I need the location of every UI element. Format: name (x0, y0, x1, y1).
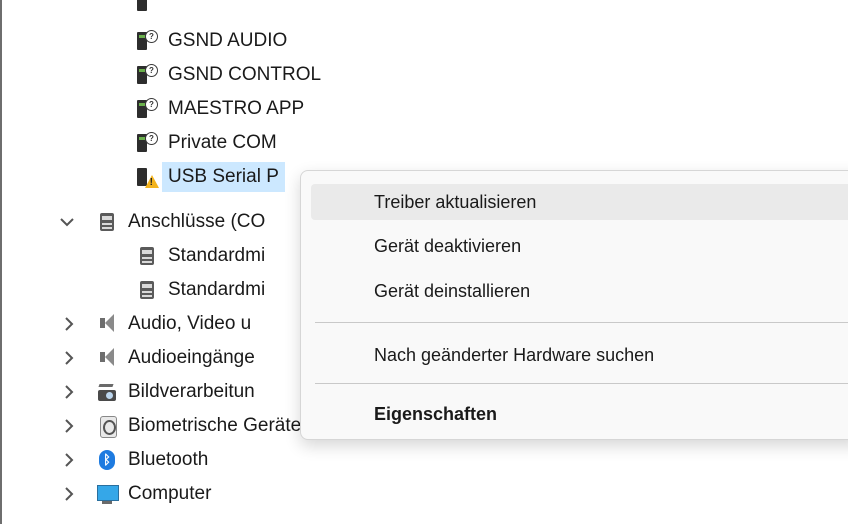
monitor-icon (96, 483, 119, 505)
unknown-device-icon: ? (136, 98, 158, 120)
tree-item-label: GSND AUDIO (168, 30, 288, 51)
camera-icon (96, 381, 118, 403)
menu-item-properties[interactable]: Eigenschaften (311, 396, 848, 432)
menu-item-label: Nach geänderter Hardware suchen (374, 344, 655, 365)
chevron-right-icon[interactable] (62, 419, 76, 433)
tree-item-gsnd-control[interactable]: ? GSND CONTROL (136, 60, 321, 90)
tree-category-label: Anschlüsse (CO (128, 211, 266, 232)
tree-category-label: Bildverarbeitun (128, 381, 255, 402)
fingerprint-icon (96, 415, 118, 438)
port-icon (136, 279, 158, 301)
chevron-down-icon[interactable] (60, 215, 74, 229)
tree-category-label: Audioeingänge (128, 347, 255, 368)
menu-separator (315, 322, 848, 323)
tree-item-maestro-app[interactable]: ? MAESTRO APP (136, 94, 304, 124)
menu-item-label: Treiber aktualisieren (374, 191, 537, 212)
tree-item-label: GSND CONTROL (168, 64, 322, 85)
tree-category-audio-inputs[interactable]: Audioeingänge (96, 343, 255, 373)
menu-item-uninstall-device[interactable]: Gerät deinstallieren (311, 273, 848, 309)
menu-item-update-driver[interactable]: Treiber aktualisieren (311, 184, 848, 220)
tree-item-label: Private COM (168, 132, 277, 153)
chevron-right-icon[interactable] (62, 385, 76, 399)
tree-category-computer[interactable]: Computer (96, 479, 211, 509)
context-menu: Treiber aktualisieren Gerät deaktivieren… (300, 170, 848, 440)
tree-item-partial (136, 0, 168, 14)
tree-category-label: Computer (128, 483, 212, 504)
tree-item-label: Standardmi (168, 245, 266, 266)
tree-category-label: Biometrische Geräte (128, 415, 302, 436)
tree-item-private-com[interactable]: ? Private COM (136, 128, 277, 158)
speaker-icon (96, 347, 118, 369)
unknown-device-icon (136, 0, 158, 13)
tree-item-label: USB Serial P (162, 162, 285, 192)
menu-item-label: Gerät deinstallieren (374, 280, 531, 301)
speaker-icon (96, 313, 118, 335)
menu-item-scan-hardware[interactable]: Nach geänderter Hardware suchen (311, 337, 848, 373)
port-icon (136, 245, 158, 267)
chevron-right-icon[interactable] (62, 317, 76, 331)
tree-category-audio-video[interactable]: Audio, Video u (96, 309, 251, 339)
tree-item-usb-serial[interactable]: ! USB Serial P (136, 162, 285, 192)
menu-item-label: Eigenschaften (374, 403, 498, 424)
menu-item-disable-device[interactable]: Gerät deaktivieren (311, 228, 848, 264)
tree-item-port-2[interactable]: Standardmi (136, 275, 265, 305)
port-icon (96, 211, 118, 233)
unknown-device-icon: ? (136, 132, 158, 154)
chevron-right-icon[interactable] (62, 351, 76, 365)
tree-category-ports[interactable]: Anschlüsse (CO (96, 207, 265, 237)
tree-category-bluetooth[interactable]: ᛒ Bluetooth (96, 445, 208, 475)
bluetooth-icon: ᛒ (96, 449, 118, 471)
menu-separator (315, 383, 848, 384)
chevron-right-icon[interactable] (62, 453, 76, 467)
tree-item-port-1[interactable]: Standardmi (136, 241, 265, 271)
tree-item-label: Standardmi (168, 279, 266, 300)
chevron-right-icon[interactable] (62, 487, 76, 501)
tree-category-imaging[interactable]: Bildverarbeitun (96, 377, 255, 407)
warning-device-icon: ! (136, 166, 159, 188)
unknown-device-icon: ? (136, 64, 158, 86)
unknown-device-icon: ? (136, 30, 158, 52)
tree-category-biometric[interactable]: Biometrische Geräte (96, 411, 301, 441)
tree-category-label: Bluetooth (128, 449, 209, 470)
tree-item-gsnd-audio[interactable]: ? GSND AUDIO (136, 26, 287, 56)
tree-category-label: Audio, Video u (128, 313, 252, 334)
menu-item-label: Gerät deaktivieren (374, 235, 522, 256)
tree-item-label: MAESTRO APP (168, 98, 305, 119)
